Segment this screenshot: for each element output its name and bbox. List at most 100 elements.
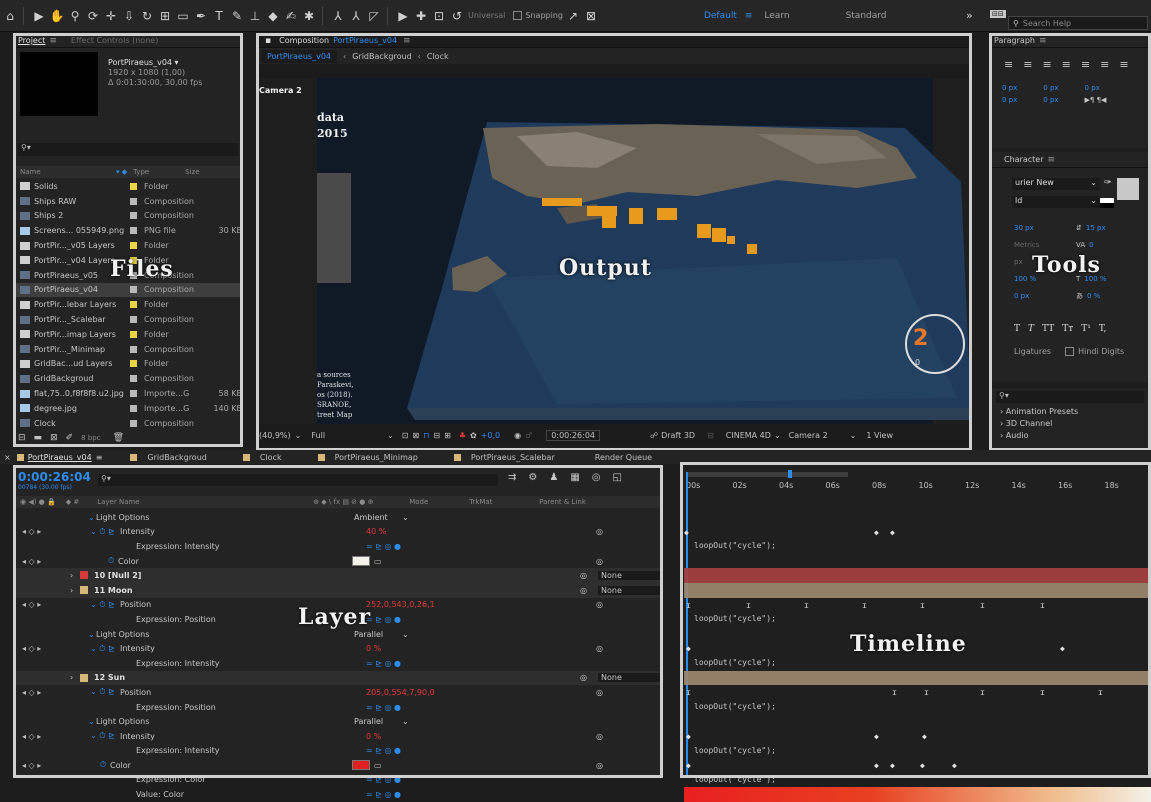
small-caps-icon[interactable]: Tт bbox=[1062, 324, 1073, 334]
property-row[interactable]: ◂ ◇ ▸ ⌄ ⏱ ⊵ Intensity 0 % ◎ bbox=[14, 729, 662, 744]
label-color-swatch[interactable] bbox=[130, 375, 137, 383]
snap-grid-icon[interactable]: ⊠ bbox=[583, 8, 599, 24]
ligatures-label[interactable]: Ligatures bbox=[1014, 347, 1051, 356]
clone-tool-icon[interactable]: ⊥ bbox=[247, 8, 263, 24]
indent-first-value[interactable]: 0 px bbox=[1043, 84, 1058, 92]
search-help-input[interactable]: ⚲ Search Help bbox=[1008, 16, 1148, 30]
keyframe[interactable]: ◆ bbox=[890, 761, 895, 770]
color-channels-icon[interactable]: ♣ bbox=[459, 431, 466, 440]
eyedropper-icon[interactable]: ▭ bbox=[374, 761, 382, 770]
indent-left-value[interactable]: 0 px bbox=[1002, 84, 1017, 92]
keyframe[interactable]: ɪ bbox=[920, 601, 925, 610]
label-color-swatch[interactable] bbox=[130, 419, 137, 427]
chevron-down-icon[interactable]: ⌄ bbox=[774, 431, 781, 440]
expression-controls-icon[interactable]: = ⊵ ◎ ● bbox=[366, 659, 401, 668]
label-column-icon[interactable]: ▾ ◆ bbox=[116, 168, 127, 176]
space-after-value[interactable]: 0 px bbox=[1043, 96, 1058, 104]
justify-center-icon[interactable]: ≡ bbox=[1081, 58, 1090, 71]
expand-arrow-icon[interactable]: › bbox=[70, 673, 73, 682]
property-value[interactable]: 0 % bbox=[366, 732, 381, 741]
sync-settings-icon[interactable]: ⊟⊟ bbox=[990, 10, 1006, 18]
view-layout-select[interactable]: 1 View bbox=[866, 431, 893, 440]
stroke-color-swatch[interactable] bbox=[1100, 198, 1114, 208]
work-area-bar[interactable] bbox=[688, 472, 848, 477]
comp-info-name[interactable]: PortPiraeus_v04 ▾ bbox=[108, 58, 202, 68]
pickwhip-icon[interactable]: ◎ bbox=[596, 732, 603, 741]
property-row[interactable]: Expression: Intensity = ⊵ ◎ ● bbox=[14, 539, 662, 554]
lock-icon[interactable]: ▪ bbox=[265, 36, 271, 46]
project-item[interactable]: Screens... 055949.png PNG file 30 KB bbox=[14, 223, 242, 238]
keyframe[interactable]: ◆ bbox=[920, 761, 925, 770]
property-prefix-icon[interactable]: ⌄ ⏱ ⊵ bbox=[90, 644, 115, 654]
move-3d-icon[interactable]: ✚ bbox=[413, 8, 429, 24]
world-axis-icon[interactable]: ⅄ bbox=[348, 8, 364, 24]
grid-guides-icon[interactable]: ⊟ bbox=[433, 431, 440, 440]
tab-gridbackground[interactable]: GridBackgroud bbox=[352, 52, 411, 61]
color-swatch[interactable] bbox=[352, 555, 370, 566]
transparency-grid-icon[interactable]: ⊠ bbox=[412, 431, 419, 440]
project-item[interactable]: GridBac...ud Layers Folder bbox=[14, 357, 242, 372]
tab-clock[interactable]: Clock bbox=[427, 52, 449, 61]
label-color-swatch[interactable] bbox=[130, 197, 137, 205]
renderer-select[interactable]: CINEMA 4D bbox=[726, 431, 771, 440]
mask-visibility-icon[interactable]: ⊓ bbox=[423, 431, 429, 440]
column-mode[interactable]: Mode bbox=[409, 498, 469, 506]
pan-tool-icon[interactable]: ✛ bbox=[103, 8, 119, 24]
scale-3d-icon[interactable]: ⊡ bbox=[431, 8, 447, 24]
renderer-icon[interactable]: ☍ bbox=[650, 431, 658, 440]
font-size-value[interactable]: 30 px bbox=[1014, 220, 1076, 237]
timeline-tab[interactable]: GridBackgroud bbox=[147, 453, 206, 462]
pickwhip-icon[interactable]: ◎ bbox=[596, 600, 603, 609]
chevron-left-icon[interactable]: ‹ bbox=[418, 52, 421, 61]
timeline-track[interactable] bbox=[684, 510, 1151, 525]
parent-pickwhip-icon[interactable]: ◎ bbox=[580, 586, 587, 595]
pen-tool-icon[interactable]: ✒ bbox=[193, 8, 209, 24]
property-prefix-icon[interactable]: ⌄ ⏱ ⊵ bbox=[90, 527, 115, 537]
label-color-swatch[interactable] bbox=[80, 673, 88, 682]
snapshot-icon[interactable]: ◉ bbox=[514, 431, 521, 440]
project-item[interactable]: PortPir...imap Layers Folder bbox=[14, 327, 242, 342]
keyframe[interactable]: ◆ bbox=[684, 528, 689, 537]
label-color-swatch[interactable] bbox=[130, 242, 137, 250]
color-gradient-track[interactable] bbox=[684, 787, 1151, 802]
region-of-interest-icon[interactable]: ⊡ bbox=[402, 431, 409, 440]
property-prefix-icon[interactable]: ⌄ ⏱ ⊵ bbox=[90, 731, 115, 741]
keyframe[interactable]: ◆ bbox=[874, 528, 879, 537]
superscript-icon[interactable]: T¹ bbox=[1081, 324, 1091, 334]
keyframe[interactable]: ◆ bbox=[874, 732, 879, 741]
time-ruler[interactable]: 00s 02s 04s 06s 08s 10s 12s 14s 16s 18s bbox=[684, 478, 1151, 494]
property-prefix-icon[interactable]: ⏱ bbox=[108, 556, 114, 566]
expression-controls-icon[interactable]: = ⊵ ◎ ● bbox=[366, 542, 401, 551]
current-time-display[interactable]: 0:00:26:04 bbox=[18, 470, 91, 484]
keyframe[interactable]: ɪ bbox=[1040, 601, 1045, 610]
chevron-down-icon[interactable]: ⌄ bbox=[295, 431, 302, 440]
type-tool-icon[interactable]: T bbox=[211, 8, 227, 24]
delete-icon[interactable]: 🗑 bbox=[113, 433, 124, 443]
keyframe[interactable]: ◆ bbox=[686, 732, 691, 741]
label-color-swatch[interactable] bbox=[130, 286, 137, 294]
property-row[interactable]: ◂ ◇ ▸ ⏱ Color ▭ ◎ bbox=[14, 758, 662, 773]
timeline-tab[interactable]: Render Queue bbox=[595, 453, 652, 462]
property-row[interactable]: ◂ ◇ ▸ ⌄ ⏱ ⊵ Intensity 0 % ◎ bbox=[14, 641, 662, 656]
keyframe-nav-icon[interactable]: ◂ ◇ ▸ bbox=[22, 688, 41, 697]
layer-row[interactable]: › 12 Sun ◎ None bbox=[14, 670, 662, 686]
panel-menu-icon[interactable]: ≡ bbox=[96, 453, 103, 462]
property-value[interactable]: Ambient bbox=[354, 513, 388, 522]
subscript-icon[interactable]: T, bbox=[1099, 324, 1107, 334]
effects-category[interactable]: › 3D Channel bbox=[990, 418, 1150, 430]
indent-right-value[interactable]: 0 px bbox=[1085, 84, 1100, 92]
project-item[interactable]: PortPir..._Minimap Composition bbox=[14, 342, 242, 357]
roto-tool-icon[interactable]: ✍ bbox=[283, 8, 299, 24]
keyframe[interactable]: ◆ bbox=[686, 644, 691, 653]
keyframe[interactable]: ɪ bbox=[746, 601, 751, 610]
panel-menu-icon[interactable]: ≡ bbox=[49, 36, 57, 46]
keyframe-nav-icon[interactable]: ◂ ◇ ▸ bbox=[22, 644, 41, 653]
label-color-swatch[interactable] bbox=[130, 390, 137, 398]
orbit-tool-icon[interactable]: ⟳ bbox=[85, 8, 101, 24]
timeline-track[interactable]: ◆ ◆ ◆ ◆ ◆ bbox=[684, 758, 1151, 773]
expression-controls-icon[interactable]: = ⊵ ◎ ● bbox=[366, 703, 401, 712]
align-center-icon[interactable]: ≡ bbox=[1023, 58, 1032, 71]
eraser-tool-icon[interactable]: ◆ bbox=[265, 8, 281, 24]
puppet-tool-icon[interactable]: ✱ bbox=[301, 8, 317, 24]
keyframe[interactable]: ɪ bbox=[862, 601, 867, 610]
